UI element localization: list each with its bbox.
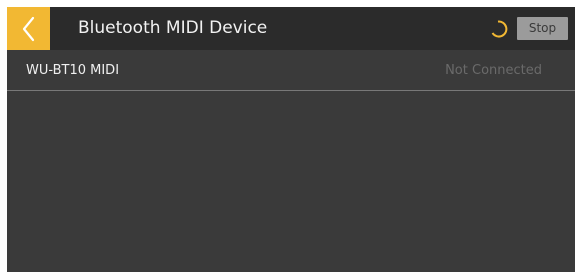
device-status: Not Connected bbox=[445, 63, 542, 78]
chevron-left-icon bbox=[22, 16, 34, 41]
header-bar: Bluetooth MIDI Device Stop bbox=[7, 7, 575, 50]
stop-button[interactable]: Stop bbox=[517, 17, 568, 40]
row-divider bbox=[7, 90, 575, 91]
bluetooth-midi-screen: Bluetooth MIDI Device Stop WU-BT10 MIDI … bbox=[7, 7, 575, 272]
device-name: WU-BT10 MIDI bbox=[26, 63, 120, 78]
device-row[interactable]: WU-BT10 MIDI Not Connected bbox=[7, 52, 575, 89]
page-title: Bluetooth MIDI Device bbox=[78, 18, 268, 38]
back-button[interactable] bbox=[7, 7, 50, 50]
loading-spinner-icon bbox=[491, 20, 508, 38]
